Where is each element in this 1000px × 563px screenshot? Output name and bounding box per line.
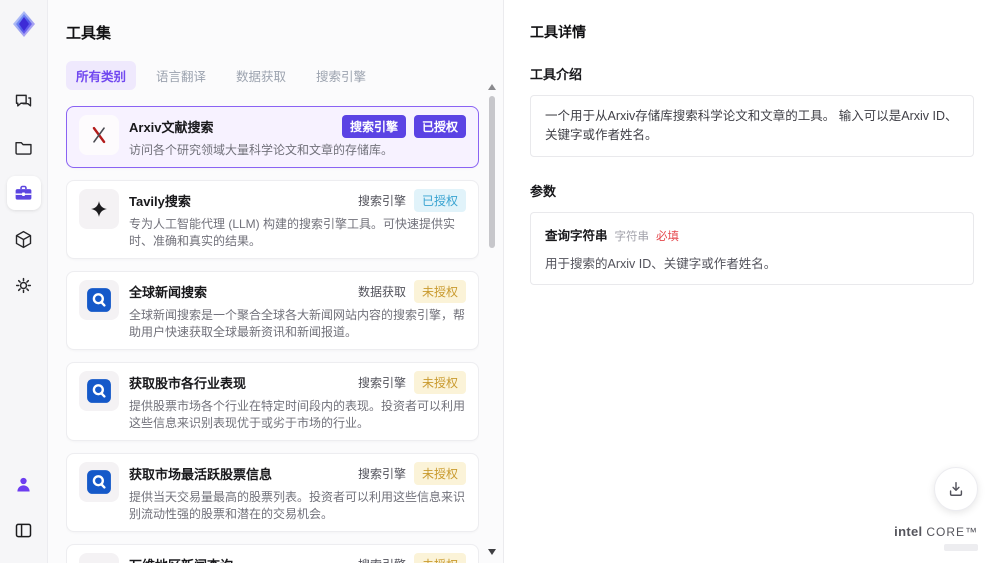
brand-intel-text: intel bbox=[894, 524, 923, 539]
tab-all-categories[interactable]: 所有类别 bbox=[66, 61, 137, 90]
search-app-icon bbox=[79, 280, 119, 321]
auth-badge: 未授权 bbox=[413, 371, 466, 395]
auth-badge: 未授权 bbox=[413, 280, 466, 304]
toolbox-icon[interactable] bbox=[6, 176, 41, 210]
tool-card[interactable]: 获取市场最活跃股票信息 搜索引擎 未授权 提供当天交易量最高的股票列表。投资者可… bbox=[66, 453, 479, 533]
tool-description: 全球新闻搜索是一个聚合全球各大新闻网站内容的搜索引擎，帮助用户快速获取全球最新资… bbox=[129, 308, 466, 340]
scroll-down-icon[interactable] bbox=[488, 549, 496, 555]
chat-icon[interactable] bbox=[7, 84, 41, 118]
category-badge: 搜索引擎 bbox=[341, 115, 406, 138]
category-label: 搜索引擎 bbox=[358, 556, 406, 563]
download-icon bbox=[949, 482, 963, 496]
tool-card[interactable]: 万维地区新闻查询 搜索引擎 未授权 查询具体行政区划内的新闻，快速了解各地新闻动 bbox=[66, 544, 479, 563]
tab-data-fetching[interactable]: 数据获取 bbox=[226, 61, 296, 90]
tool-title: 万维地区新闻查询 bbox=[129, 553, 233, 563]
parameter-required-badge: 必填 bbox=[656, 230, 680, 243]
app-logo bbox=[8, 8, 40, 40]
brand-core-text: CORE™ bbox=[926, 525, 978, 539]
scroll-up-icon[interactable] bbox=[488, 84, 496, 90]
parameter-item: 查询字符串 字符串 必填 用于搜索的Arxiv ID、关键字或作者姓名。 bbox=[530, 211, 974, 285]
tool-description: 提供股票市场各个行业在特定时间段内的表现。投资者可以利用这些信息来识别表现优于或… bbox=[129, 399, 466, 431]
tool-description: 提供当天交易量最高的股票列表。投资者可以利用这些信息来识别流动性强的股票和潜在的… bbox=[129, 490, 466, 522]
settings-icon[interactable] bbox=[7, 268, 41, 302]
parameter-name: 查询字符串 bbox=[545, 228, 608, 243]
package-icon[interactable] bbox=[7, 222, 41, 256]
page-title: 工具集 bbox=[66, 25, 112, 42]
panel-toggle-icon[interactable] bbox=[7, 513, 41, 547]
search-app-icon bbox=[79, 462, 119, 503]
list-scrollbar[interactable] bbox=[487, 84, 497, 555]
tool-title: 获取市场最活跃股票信息 bbox=[129, 467, 273, 483]
category-label: 数据获取 bbox=[357, 285, 406, 300]
tool-description: 专为人工智能代理 (LLM) 构建的搜索引擎工具。可快速提供实时、准确和真实的结… bbox=[129, 217, 456, 249]
tab-language-translation[interactable]: 语言翻译 bbox=[146, 61, 216, 90]
sidebar bbox=[0, 0, 48, 563]
params-heading: 参数 bbox=[530, 183, 557, 199]
tool-list-panel: 工具集 所有类别 语言翻译 数据获取 搜索引擎 Arxiv文献搜索 搜索引擎 已… bbox=[48, 0, 503, 563]
category-label: 搜索引擎 bbox=[357, 467, 406, 482]
category-label: 搜索引擎 bbox=[357, 376, 406, 391]
category-label: 搜索引擎 bbox=[357, 194, 406, 209]
download-button[interactable] bbox=[934, 467, 978, 511]
tool-description: 访问各个研究领域大量科学论文和文章的存储库。 bbox=[129, 143, 394, 157]
newspaper-icon bbox=[79, 553, 119, 563]
parameter-type: 字符串 bbox=[614, 230, 650, 243]
tool-card[interactable]: 全球新闻搜索 数据获取 未授权 全球新闻搜索是一个聚合全球各大新闻网站内容的搜索… bbox=[66, 271, 479, 351]
tool-card[interactable]: 获取股市各行业表现 搜索引擎 未授权 提供股票市场各个行业在特定时间段内的表现。… bbox=[66, 362, 479, 442]
app-window: 工具集 所有类别 语言翻译 数据获取 搜索引擎 Arxiv文献搜索 搜索引擎 已… bbox=[0, 0, 1000, 563]
tool-title: Tavily搜索 bbox=[129, 194, 191, 210]
auth-badge: 未授权 bbox=[413, 462, 466, 486]
tool-title: Arxiv文献搜索 bbox=[129, 120, 214, 135]
sparkle-icon bbox=[79, 189, 119, 230]
user-icon[interactable] bbox=[7, 467, 41, 501]
tool-card[interactable]: Tavily搜索 搜索引擎 已授权 专为人工智能代理 (LLM) 构建的搜索引擎… bbox=[66, 180, 479, 260]
tool-intro-text: 一个用于从Arxiv存储库搜索科学论文和文章的工具。 输入可以是Arxiv ID… bbox=[530, 95, 974, 157]
arxiv-logo-icon bbox=[79, 115, 119, 155]
parameter-description: 用于搜索的Arxiv ID、关键字或作者姓名。 bbox=[545, 256, 777, 271]
tool-detail-panel: 工具详情 工具介绍 一个用于从Arxiv存储库搜索科学论文和文章的工具。 输入可… bbox=[503, 0, 1000, 563]
scrollbar-thumb[interactable] bbox=[489, 96, 495, 248]
intro-heading: 工具介绍 bbox=[530, 67, 583, 82]
auth-badge: 已授权 bbox=[413, 115, 466, 138]
tool-list: Arxiv文献搜索 搜索引擎 已授权 访问各个研究领域大量科学论文和文章的存储库… bbox=[66, 106, 479, 563]
tool-card[interactable]: Arxiv文献搜索 搜索引擎 已授权 访问各个研究领域大量科学论文和文章的存储库… bbox=[66, 106, 479, 169]
detail-title: 工具详情 bbox=[530, 24, 586, 40]
auth-badge: 已授权 bbox=[413, 189, 466, 213]
category-tabs: 所有类别 语言翻译 数据获取 搜索引擎 bbox=[66, 61, 479, 90]
tool-title: 获取股市各行业表现 bbox=[129, 376, 247, 392]
search-app-icon bbox=[79, 371, 119, 412]
auth-badge: 未授权 bbox=[413, 553, 466, 563]
intel-core-logo: intel CORE™ bbox=[894, 523, 978, 551]
folder-icon[interactable] bbox=[7, 130, 41, 164]
tab-search-engine[interactable]: 搜索引擎 bbox=[306, 61, 376, 90]
tool-title: 全球新闻搜索 bbox=[129, 285, 208, 301]
brand-sub-bar bbox=[944, 544, 978, 551]
